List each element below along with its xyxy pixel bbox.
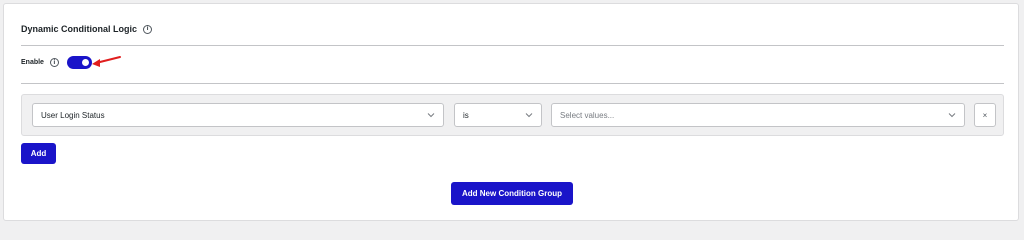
field-select[interactable]: User Login Status [32,103,444,127]
enable-row: Enable i [21,56,92,69]
add-condition-button[interactable]: Add [21,143,56,164]
section-title: Dynamic Conditional Logic [21,24,138,34]
toggle-knob [81,59,89,66]
field-select-value: User Login Status [41,110,105,120]
annotation-arrow-icon [92,56,121,67]
info-icon[interactable]: i [49,58,59,67]
enable-label: Enable [21,59,44,66]
conditional-logic-panel: Dynamic Conditional Logic i Enable i Use… [3,3,1019,221]
close-icon: × [982,110,988,120]
remove-condition-button[interactable]: × [974,103,996,127]
values-select-placeholder: Select values... [560,110,615,120]
info-icon[interactable]: i [143,24,153,34]
divider [21,83,1004,84]
operator-select[interactable]: is [454,103,542,127]
enable-toggle[interactable] [66,56,92,69]
condition-group: User Login Status is Select values... × [21,94,1004,136]
operator-select-value: is [463,110,469,120]
section-header: Dynamic Conditional Logic i [21,24,153,34]
values-select[interactable]: Select values... [551,103,965,127]
chevron-down-icon [427,113,435,118]
chevron-down-icon [525,113,533,118]
add-condition-group-button[interactable]: Add New Condition Group [451,182,573,205]
chevron-down-icon [948,113,956,118]
divider [21,45,1004,46]
